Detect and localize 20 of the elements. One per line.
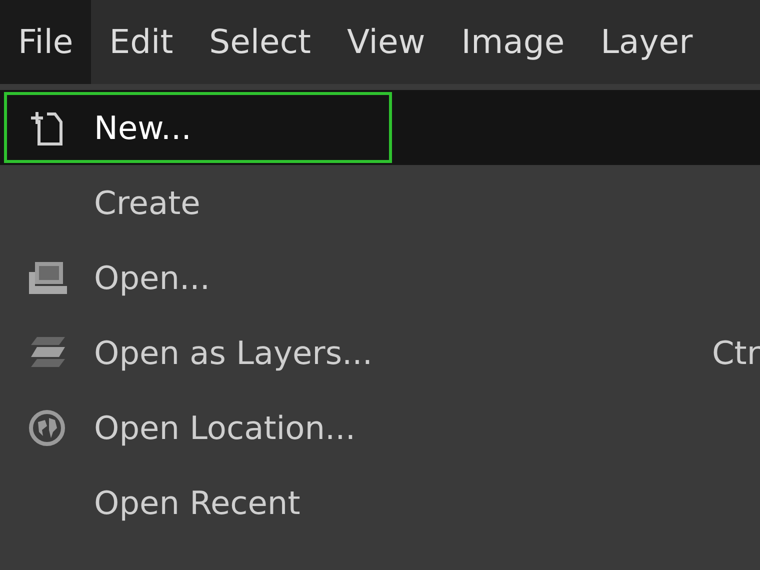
menu-bar-item[interactable]: Select [191,0,329,84]
menu-item-label: Open Location... [94,408,356,448]
menu-item-label: Open... [94,258,210,298]
menu-item[interactable]: Open Recent [0,465,760,540]
menu-item[interactable]: Open as Layers... Ctr [0,315,760,390]
menu-bar-item[interactable]: File [0,0,92,84]
menu-item[interactable]: Open Location... [0,390,760,465]
menu-item-label: New... [94,108,192,148]
globe-icon [27,408,67,448]
shortcut-label: Ctr [710,332,760,374]
menu-bar-item[interactable]: View [328,0,444,84]
menu-item-label: Open Recent [94,482,300,524]
menu-item[interactable]: Open... [0,240,760,315]
menu-item-label: Create [94,182,200,224]
menu-item[interactable]: Create [0,165,760,240]
menu-bar-item[interactable]: Edit [91,0,192,84]
menu-bar-item[interactable]: Layer [582,0,711,84]
menu-item-label: Open as Layers... [94,332,372,374]
menu-bar-item[interactable]: Image [443,0,583,84]
menu-item[interactable]: New... [0,90,760,165]
